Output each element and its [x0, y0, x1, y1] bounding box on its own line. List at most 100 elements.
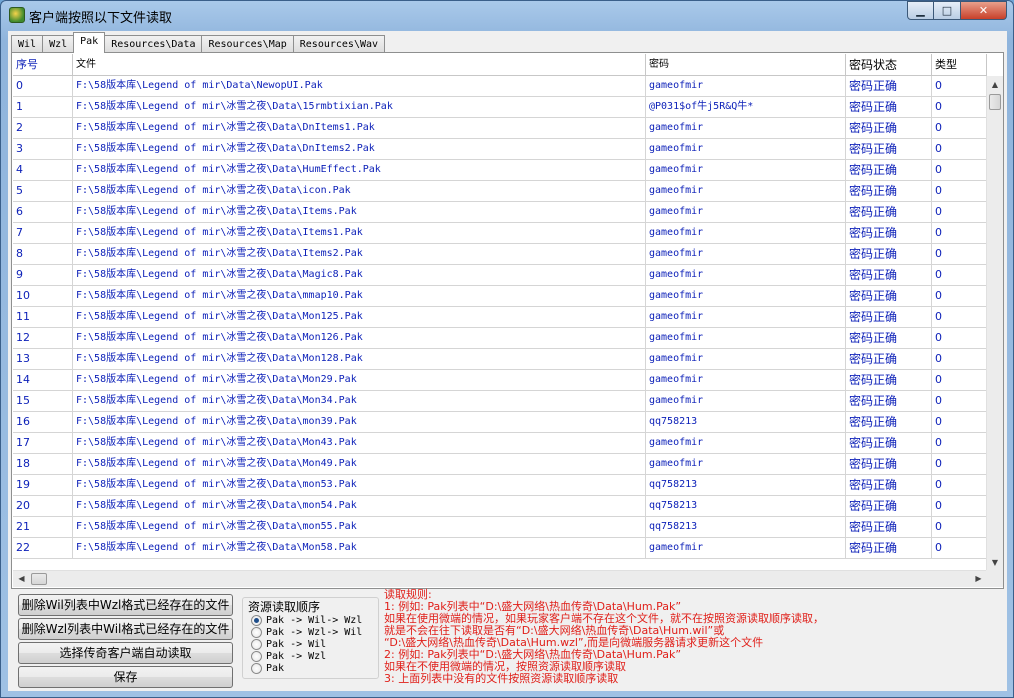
table-row[interactable]: 14 F:\58版本库\Legend of mir\冰雪之夜\Data\Mon29… [13, 370, 987, 391]
table-row[interactable]: 11 F:\58版本库\Legend of mir\冰雪之夜\Data\Mon12… [13, 307, 987, 328]
table-row[interactable]: 1 F:\58版本库\Legend of mir\冰雪之夜\Data\15rmbt… [13, 97, 987, 118]
cell-index: 22 [13, 538, 73, 558]
close-icon: ✕ [978, 4, 989, 17]
tab-resources-data[interactable]: Resources\Data [104, 35, 203, 53]
header-index[interactable]: 序号 [13, 54, 73, 76]
header-password[interactable]: 密码 [646, 54, 846, 76]
radio-button[interactable] [251, 614, 262, 626]
table-row[interactable]: 3 F:\58版本库\Legend of mir\冰雪之夜\Data\DnItem… [13, 139, 987, 160]
cell-password: qq758213 [646, 412, 846, 432]
cell-type: 0 [932, 202, 987, 222]
horizontal-scroll-thumb[interactable] [31, 573, 47, 585]
cell-type: 0 [932, 97, 987, 117]
table-row[interactable]: 10 F:\58版本库\Legend of mir\冰雪之夜\Data\mmap1… [13, 286, 987, 307]
header-type[interactable]: 类型 [932, 54, 987, 76]
horizontal-scrollbar[interactable]: ◀ ▶ [13, 570, 987, 587]
header-file[interactable]: 文件 [73, 54, 646, 76]
radio-button[interactable] [251, 662, 262, 674]
cell-password: gameofmir [646, 223, 846, 243]
cell-password: qq758213 [646, 496, 846, 516]
table-row[interactable]: 0 F:\58版本库\Legend of mir\Data\NewopUI.Pak… [13, 76, 987, 97]
radio-button[interactable] [251, 638, 262, 650]
read-order-option[interactable]: Pak -> Wzl [251, 650, 326, 662]
table-row[interactable]: 7 F:\58版本库\Legend of mir\冰雪之夜\Data\Items1… [13, 223, 987, 244]
cell-password: gameofmir [646, 391, 846, 411]
select-client-button[interactable]: 选择传奇客户端自动读取 [18, 642, 233, 664]
file-grid[interactable]: 序号 文件 密码 密码状态 类型 0 F:\58版本库\Legend of mir… [13, 54, 1003, 587]
minimize-button[interactable]: ▁ [907, 1, 934, 20]
scroll-up-icon[interactable]: ▲ [987, 76, 1003, 93]
radio-button[interactable] [251, 650, 262, 662]
main-window: 客户端按照以下文件读取 ▁ □ ✕ Wil Wzl Pak Resources\Dat… [0, 0, 1014, 698]
cell-file: F:\58版本库\Legend of mir\冰雪之夜\Data\mon39.P… [73, 412, 646, 432]
scroll-down-icon[interactable]: ▼ [987, 554, 1003, 571]
table-row[interactable]: 13 F:\58版本库\Legend of mir\冰雪之夜\Data\Mon12… [13, 349, 987, 370]
cell-password-status: 密码正确 [846, 454, 932, 474]
table-row[interactable]: 9 F:\58版本库\Legend of mir\冰雪之夜\Data\Magic8… [13, 265, 987, 286]
cell-password: gameofmir [646, 328, 846, 348]
table-row[interactable]: 19 F:\58版本库\Legend of mir\冰雪之夜\Data\mon53… [13, 475, 987, 496]
tab-resources-map[interactable]: Resources\Map [201, 35, 294, 53]
cell-password-status: 密码正确 [846, 139, 932, 159]
cell-type: 0 [932, 118, 987, 138]
tab-wil[interactable]: Wil [11, 35, 44, 53]
cell-password-status: 密码正确 [846, 160, 932, 180]
cell-index: 15 [13, 391, 73, 411]
cell-type: 0 [932, 349, 987, 369]
grid-header: 序号 文件 密码 密码状态 类型 [13, 54, 987, 76]
read-order-option[interactable]: Pak [251, 662, 284, 674]
cell-password: gameofmir [646, 244, 846, 264]
table-row[interactable]: 21 F:\58版本库\Legend of mir\冰雪之夜\Data\mon55… [13, 517, 987, 538]
table-row[interactable]: 22 F:\58版本库\Legend of mir\冰雪之夜\Data\Mon58… [13, 538, 987, 559]
table-row[interactable]: 12 F:\58版本库\Legend of mir\冰雪之夜\Data\Mon12… [13, 328, 987, 349]
cell-file: F:\58版本库\Legend of mir\冰雪之夜\Data\mon53.P… [73, 475, 646, 495]
cell-password: qq758213 [646, 517, 846, 537]
cell-password: gameofmir [646, 76, 846, 96]
cell-type: 0 [932, 223, 987, 243]
scroll-left-icon[interactable]: ◀ [13, 571, 30, 587]
table-row[interactable]: 18 F:\58版本库\Legend of mir\冰雪之夜\Data\Mon49… [13, 454, 987, 475]
table-row[interactable]: 5 F:\58版本库\Legend of mir\冰雪之夜\Data\icon.P… [13, 181, 987, 202]
table-row[interactable]: 16 F:\58版本库\Legend of mir\冰雪之夜\Data\mon39… [13, 412, 987, 433]
scroll-right-icon[interactable]: ▶ [970, 571, 987, 587]
table-row[interactable]: 6 F:\58版本库\Legend of mir\冰雪之夜\Data\Items.… [13, 202, 987, 223]
delete-wil-duplicates-button[interactable]: 删除Wil列表中Wzl格式已经存在的文件 [18, 594, 233, 616]
cell-file: F:\58版本库\Legend of mir\Data\NewopUI.Pak [73, 76, 646, 96]
cell-password-status: 密码正确 [846, 97, 932, 117]
read-order-option[interactable]: Pak -> Wil-> Wzl [251, 614, 362, 626]
cell-password-status: 密码正确 [846, 370, 932, 390]
read-order-option[interactable]: Pak -> Wil [251, 638, 326, 650]
table-row[interactable]: 17 F:\58版本库\Legend of mir\冰雪之夜\Data\Mon43… [13, 433, 987, 454]
cell-type: 0 [932, 496, 987, 516]
table-row[interactable]: 2 F:\58版本库\Legend of mir\冰雪之夜\Data\DnItem… [13, 118, 987, 139]
table-row[interactable]: 4 F:\58版本库\Legend of mir\冰雪之夜\Data\HumEff… [13, 160, 987, 181]
save-button[interactable]: 保存 [18, 666, 233, 688]
title-bar[interactable]: 客户端按照以下文件读取 ▁ □ ✕ [1, 1, 1013, 31]
cell-password: gameofmir [646, 454, 846, 474]
cell-file: F:\58版本库\Legend of mir\冰雪之夜\Data\Mon128.… [73, 349, 646, 369]
cell-file: F:\58版本库\Legend of mir\冰雪之夜\Data\HumEffe… [73, 160, 646, 180]
tab-wzl[interactable]: Wzl [42, 35, 75, 53]
tab-resources-wav[interactable]: Resources\Wav [292, 35, 386, 53]
cell-index: 19 [13, 475, 73, 495]
cell-index: 2 [13, 118, 73, 138]
read-order-option[interactable]: Pak -> Wzl-> Wil [251, 626, 362, 638]
cell-password-status: 密码正确 [846, 76, 932, 96]
cell-index: 4 [13, 160, 73, 180]
table-row[interactable]: 8 F:\58版本库\Legend of mir\冰雪之夜\Data\Items2… [13, 244, 987, 265]
delete-wzl-duplicates-button[interactable]: 删除Wzl列表中Wil格式已经存在的文件 [18, 618, 233, 640]
close-button[interactable]: ✕ [961, 1, 1007, 20]
tab-pak[interactable]: Pak [73, 32, 106, 53]
vertical-scrollbar[interactable]: ▲ ▼ [986, 76, 1003, 571]
cell-password: gameofmir [646, 202, 846, 222]
maximize-button[interactable]: □ [934, 1, 961, 20]
header-password-status[interactable]: 密码状态 [846, 54, 932, 76]
vertical-scroll-thumb[interactable] [989, 94, 1001, 110]
read-order-title: 资源读取顺序 [248, 600, 321, 614]
table-row[interactable]: 15 F:\58版本库\Legend of mir\冰雪之夜\Data\Mon34… [13, 391, 987, 412]
cell-password-status: 密码正确 [846, 328, 932, 348]
radio-button[interactable] [251, 626, 262, 638]
cell-type: 0 [932, 433, 987, 453]
tab-strip: Wil Wzl Pak Resources\Data Resources\Map Reso… [11, 32, 386, 53]
table-row[interactable]: 20 F:\58版本库\Legend of mir\冰雪之夜\Data\mon54… [13, 496, 987, 517]
